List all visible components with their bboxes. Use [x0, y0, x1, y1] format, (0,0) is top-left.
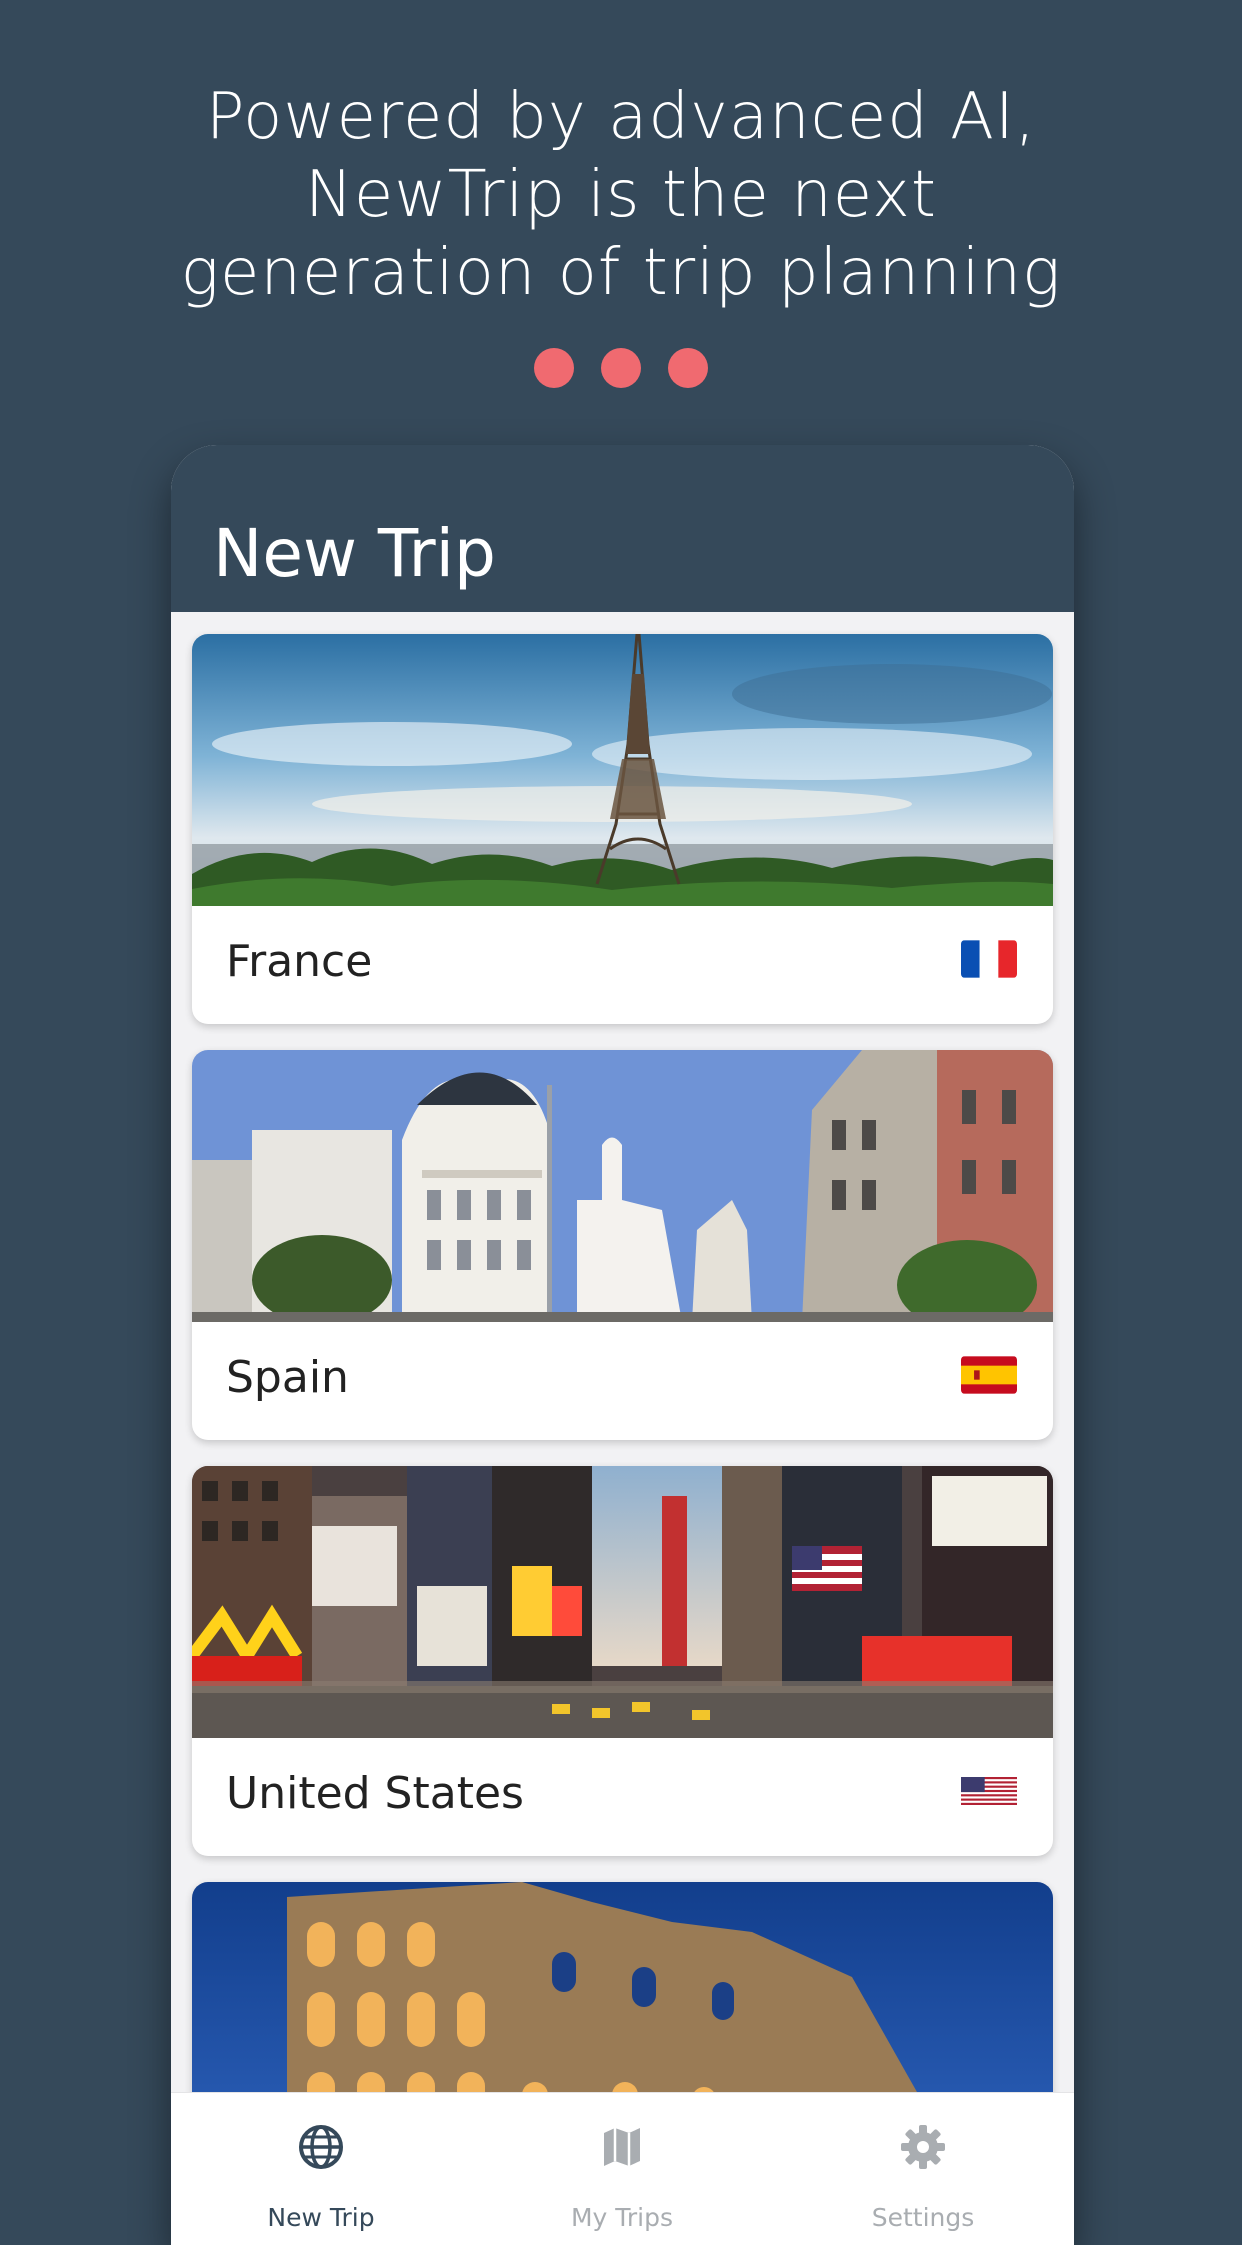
tab-label: Settings	[871, 2203, 975, 2232]
destination-card-spain[interactable]: Spain	[192, 1050, 1053, 1440]
headline: Powered by advanced AI, NewTrip is the n…	[0, 78, 1242, 312]
destination-name: Spain	[226, 1352, 349, 1403]
map-icon	[598, 2123, 646, 2171]
tab-my-trips[interactable]: My Trips	[472, 2093, 772, 2245]
paris-eiffel-tower-image	[192, 634, 1053, 906]
dot-icon	[534, 348, 574, 388]
headline-line-1: Powered by advanced AI,	[205, 80, 1037, 154]
dot-icon	[668, 348, 708, 388]
dot-icon	[601, 348, 641, 388]
pagination-dots	[0, 348, 1242, 388]
headline-line-3: generation of trip planning	[180, 236, 1062, 310]
madrid-gran-via-image	[192, 1050, 1053, 1322]
destination-name: France	[226, 936, 373, 987]
tab-label: My Trips	[570, 2203, 674, 2232]
flag-usa-icon	[961, 1772, 1017, 1810]
gear-icon	[899, 2123, 947, 2171]
headline-line-2: NewTrip is the next	[305, 158, 937, 232]
times-square-image	[192, 1466, 1053, 1738]
globe-icon	[297, 2123, 345, 2171]
navigation-bar: New Trip	[171, 445, 1074, 612]
destination-card-france[interactable]: France	[192, 634, 1053, 1024]
flag-spain-icon	[961, 1356, 1017, 1394]
phone-frame: New Trip France Spain United States New …	[171, 445, 1074, 2245]
tab-label: New Trip	[267, 2203, 375, 2232]
tab-bar: New Trip My Trips Settings	[171, 2092, 1074, 2245]
destination-name: United States	[226, 1768, 524, 1819]
destination-card-united-states[interactable]: United States	[192, 1466, 1053, 1856]
tab-new-trip[interactable]: New Trip	[171, 2093, 471, 2245]
flag-france-icon	[961, 940, 1017, 978]
page-title: New Trip	[213, 515, 496, 592]
tab-settings[interactable]: Settings	[773, 2093, 1073, 2245]
